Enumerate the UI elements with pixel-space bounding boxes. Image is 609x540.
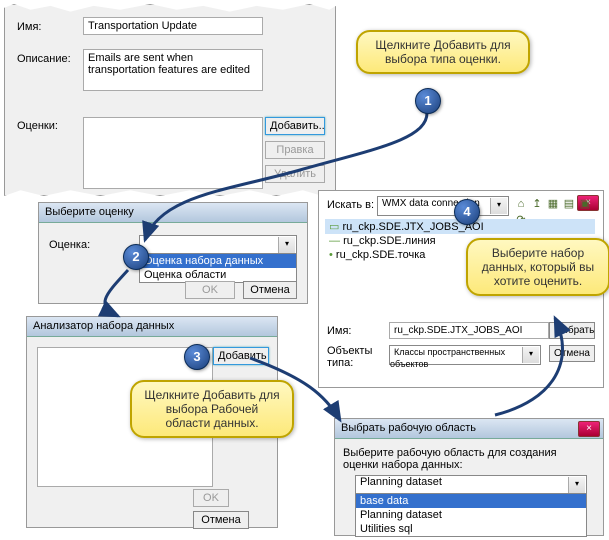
cancel-button[interactable]: Отмена	[243, 281, 297, 299]
chevron-down-icon[interactable]: ▾	[490, 198, 507, 214]
eval-option-area[interactable]: Оценка области	[140, 268, 296, 282]
point-icon: •	[329, 249, 336, 261]
name-label: Имя:	[17, 21, 41, 33]
edit-button: Правка	[265, 141, 325, 159]
browse-type-combo[interactable]: Классы пространственных объектов ▾	[389, 345, 541, 365]
list-icon[interactable]: ▤	[561, 196, 577, 212]
chevron-down-icon[interactable]: ▾	[278, 237, 295, 253]
chevron-down-icon[interactable]: ▾	[522, 347, 539, 363]
home-icon[interactable]: ⌂	[513, 196, 529, 212]
analyzer-cancel-button[interactable]: Отмена	[193, 511, 249, 529]
workspace-selected: Planning dataset	[356, 475, 446, 489]
eval-combo-list[interactable]: Оценка набора данных Оценка области	[139, 253, 297, 283]
workspace-title: Выбрать рабочую область×	[335, 419, 603, 439]
line-icon: —	[329, 235, 343, 247]
browse-cancel-button[interactable]: Отмена	[549, 345, 595, 362]
browse-name-input[interactable]	[389, 322, 549, 339]
grid-icon[interactable]: ▦	[545, 196, 561, 212]
name-input[interactable]	[83, 17, 263, 35]
eval-combo[interactable]: ▾	[139, 235, 297, 255]
workspace-dialog: Выбрать рабочую область× Выберите рабочу…	[334, 418, 604, 536]
ok-button: OK	[185, 281, 235, 299]
analyzer-title: Анализатор набора данных	[27, 317, 277, 337]
close-icon[interactable]: ×	[578, 421, 600, 437]
desc-label: Описание:	[17, 53, 71, 65]
up-icon[interactable]: ↥	[529, 196, 545, 212]
workspace-option[interactable]: Planning dataset	[356, 508, 586, 522]
workspace-instruction: Выберите рабочую область для создания оц…	[343, 447, 593, 471]
callout-1: Щелкните Добавить для выбора типа оценки…	[356, 30, 530, 74]
step-badge-3: 3	[184, 344, 210, 370]
analyzer-add-button[interactable]: Добавить	[213, 347, 269, 365]
workspace-option[interactable]: Utilities sql	[356, 522, 586, 536]
step-badge-4: 4	[454, 199, 480, 225]
eval-label: Оценки:	[17, 120, 58, 132]
polygon-icon: ▭	[329, 221, 342, 233]
browse-type-label: Объекты типа:	[327, 345, 383, 369]
eval-option-dataset[interactable]: Оценка набора данных	[140, 254, 296, 268]
workspace-combo-list[interactable]: base data Planning dataset Utilities sql	[355, 493, 587, 537]
folder-icon[interactable]: ▣	[577, 196, 593, 212]
workspace-option[interactable]: base data	[356, 494, 586, 508]
select-eval-dialog: Выберите оценку Оценка: ▾ Оценка набора …	[38, 202, 308, 304]
eval-field-label: Оценка:	[49, 239, 90, 251]
step-badge-1: 1	[415, 88, 441, 114]
step-badge-2: 2	[123, 244, 149, 270]
eval-list[interactable]	[83, 117, 263, 189]
select-button[interactable]: Выбрать	[549, 322, 595, 339]
add-button[interactable]: Добавить..	[265, 117, 325, 135]
form-panel: Имя: Описание: Emails are sent when tran…	[4, 4, 336, 196]
look-in-label: Искать в:	[327, 199, 374, 211]
select-eval-title: Выберите оценку	[39, 203, 307, 223]
chevron-down-icon[interactable]: ▾	[568, 477, 585, 493]
callout-4: Выберите набор данных, который вы хотите…	[466, 238, 609, 296]
browse-type-value: Классы пространственных объектов	[390, 346, 505, 370]
desc-input[interactable]: Emails are sent when transportation feat…	[83, 49, 263, 91]
workspace-combo[interactable]: Planning dataset ▾	[355, 475, 587, 495]
analyzer-ok-button: OK	[193, 489, 229, 507]
delete-button: Удалить	[265, 165, 325, 183]
look-in-combo[interactable]: WMX data connection ▾	[377, 196, 509, 216]
browse-name-label: Имя:	[327, 325, 351, 337]
callout-3: Щелкните Добавить для выбора Рабочей обл…	[130, 380, 294, 438]
